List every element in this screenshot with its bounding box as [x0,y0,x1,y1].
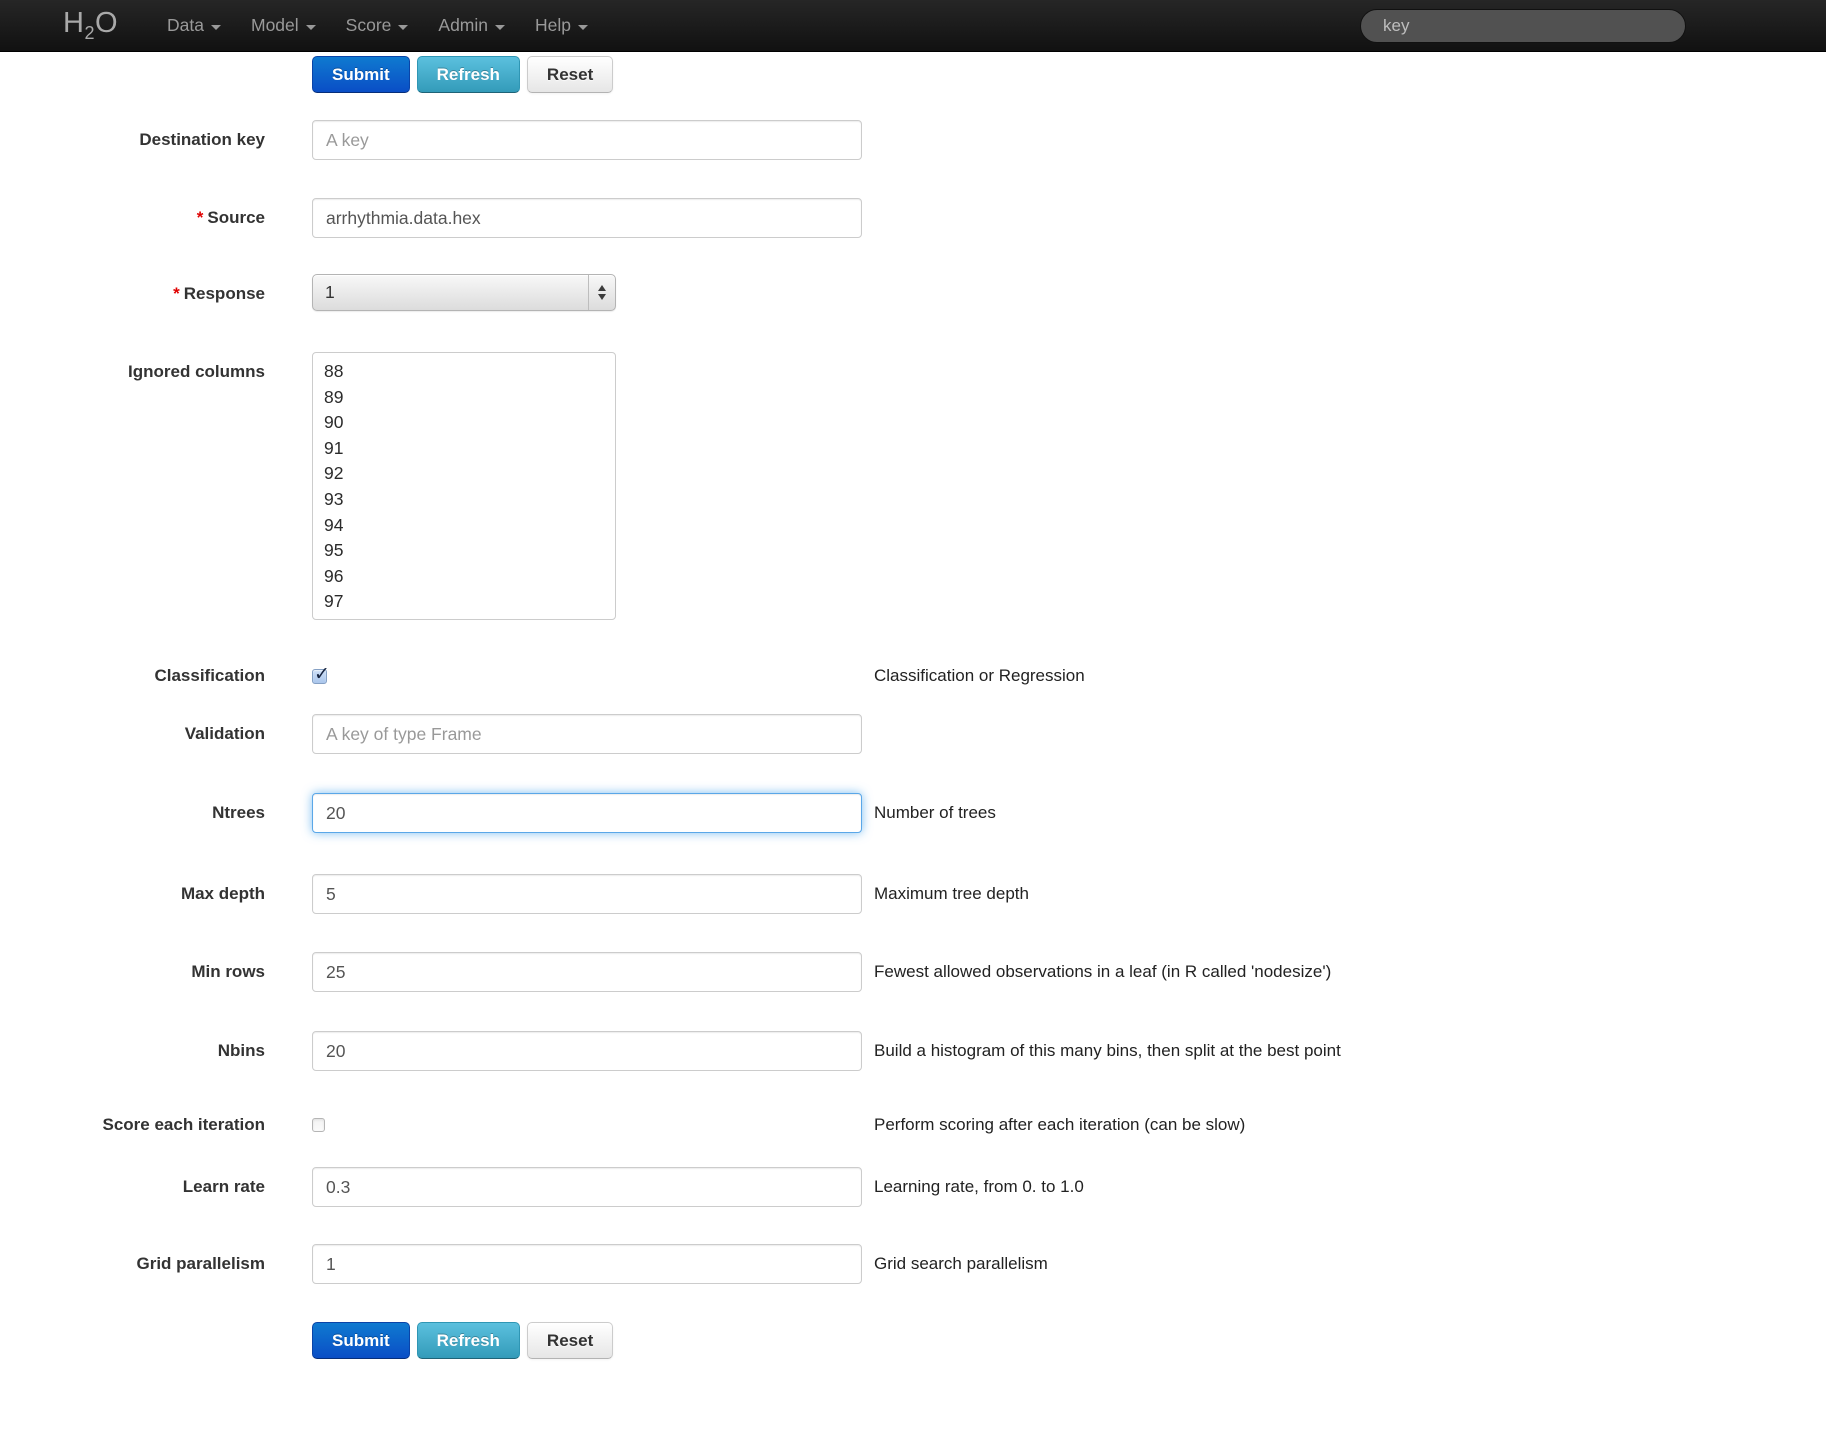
score-each-iteration-checkbox[interactable] [312,1118,325,1132]
ignored-columns-listbox[interactable]: 88 89 90 91 92 93 94 95 96 97 [312,352,616,620]
grid-parallelism-input[interactable] [312,1244,862,1284]
top-button-row: Submit Refresh Reset [312,56,1826,93]
classification-help: Classification or Regression [874,666,1085,685]
chevron-down-icon [398,24,409,30]
row-ignored-columns: Ignored columns 88 89 90 91 92 93 94 95 … [0,352,1826,620]
menu-score[interactable]: Score [331,0,424,51]
grid-parallelism-help: Grid search parallelism [874,1254,1048,1273]
nbins-label: Nbins [217,1041,265,1060]
chevron-down-icon [578,24,588,30]
ntrees-help: Number of trees [874,803,996,822]
row-response: * Response 1 [0,274,1826,311]
chevron-down-icon [495,24,505,30]
gbm-form: Submit Refresh Reset Destination key *So… [0,52,1826,1359]
submit-button[interactable]: Submit [312,1322,410,1359]
response-label: * Response [173,284,265,303]
validation-input[interactable] [312,714,862,754]
classification-checkbox[interactable] [312,663,330,686]
required-asterisk: * [173,284,180,303]
classification-label: Classification [154,666,265,685]
row-min-rows: Min rows Fewest allowed observations in … [0,952,1826,992]
row-grid-parallelism: Grid parallelism Grid search parallelism [0,1244,1826,1284]
menu-admin[interactable]: Admin [423,0,520,51]
menu-help-label: Help [535,15,571,35]
chevron-up-icon [598,285,606,291]
learn-rate-help: Learning rate, from 0. to 1.0 [874,1177,1084,1196]
menu-data-label: Data [167,15,204,35]
list-item[interactable]: 94 [313,513,615,539]
main-menu: Data Model Score Admin Help [152,0,603,51]
row-ntrees: Ntrees Number of trees [0,793,1826,833]
menu-help[interactable]: Help [520,0,603,51]
list-item[interactable]: 96 [313,564,615,590]
response-select-value: 1 [325,282,335,302]
learn-rate-input[interactable] [312,1167,862,1207]
destination-key-label: Destination key [139,130,265,149]
row-learn-rate: Learn rate Learning rate, from 0. to 1.0 [0,1167,1826,1207]
source-input[interactable] [312,198,862,238]
row-score-each-iteration: Score each iteration Perform scoring aft… [0,1115,1826,1135]
row-max-depth: Max depth Maximum tree depth [0,874,1826,914]
learn-rate-label: Learn rate [182,1177,265,1196]
ignored-columns-label: Ignored columns [128,362,265,381]
menu-data[interactable]: Data [152,0,236,51]
min-rows-input[interactable] [312,952,862,992]
score-each-iteration-label: Score each iteration [102,1115,265,1134]
list-item[interactable]: 90 [313,410,615,436]
max-depth-input[interactable] [312,874,862,914]
nbins-input[interactable] [312,1031,862,1071]
chevron-down-icon [211,24,221,30]
ntrees-input[interactable] [312,793,862,833]
list-item[interactable]: 93 [313,487,615,513]
max-depth-label: Max depth [180,884,265,903]
refresh-button[interactable]: Refresh [416,1322,520,1359]
validation-label: Validation [184,724,265,743]
chevron-down-icon [598,294,606,300]
list-item[interactable]: 91 [313,436,615,462]
destination-key-input[interactable] [312,120,862,160]
menu-model-label: Model [251,15,299,35]
max-depth-help: Maximum tree depth [874,884,1029,903]
reset-button[interactable]: Reset [526,1322,614,1359]
menu-score-label: Score [345,15,392,35]
row-nbins: Nbins Build a histogram of this many bin… [0,1031,1826,1071]
response-select[interactable]: 1 [312,274,616,311]
submit-button[interactable]: Submit [312,56,410,93]
row-validation: Validation [0,714,1826,754]
list-item[interactable]: 88 [313,359,615,385]
nbins-help: Build a histogram of this many bins, the… [874,1041,1341,1060]
min-rows-label: Min rows [191,962,265,981]
grid-parallelism-label: Grid parallelism [136,1254,266,1273]
search-input[interactable] [1360,8,1686,43]
list-item[interactable]: 89 [313,385,615,411]
h2o-logo[interactable]: H2O [63,7,118,44]
bottom-button-row: Submit Refresh Reset [312,1322,1826,1359]
reset-button[interactable]: Reset [526,56,614,93]
menu-model[interactable]: Model [236,0,331,51]
select-stepper-icon [588,275,615,310]
list-item[interactable]: 95 [313,538,615,564]
row-destination-key: Destination key [0,120,1826,160]
refresh-button[interactable]: Refresh [416,56,520,93]
ntrees-label: Ntrees [212,803,265,822]
menu-admin-label: Admin [438,15,488,35]
row-source: * Source [0,198,1826,238]
row-classification: Classification Classification or Regress… [0,663,1826,686]
min-rows-help: Fewest allowed observations in a leaf (i… [874,962,1332,981]
chevron-down-icon [305,24,316,30]
list-item[interactable]: 97 [313,589,615,615]
top-navbar: H2O Data Model Score Admin Help [0,0,1826,52]
source-label: * Source [196,208,265,227]
score-each-iteration-help: Perform scoring after each iteration (ca… [874,1115,1246,1134]
required-asterisk: * [196,208,204,227]
list-item[interactable]: 92 [313,461,615,487]
